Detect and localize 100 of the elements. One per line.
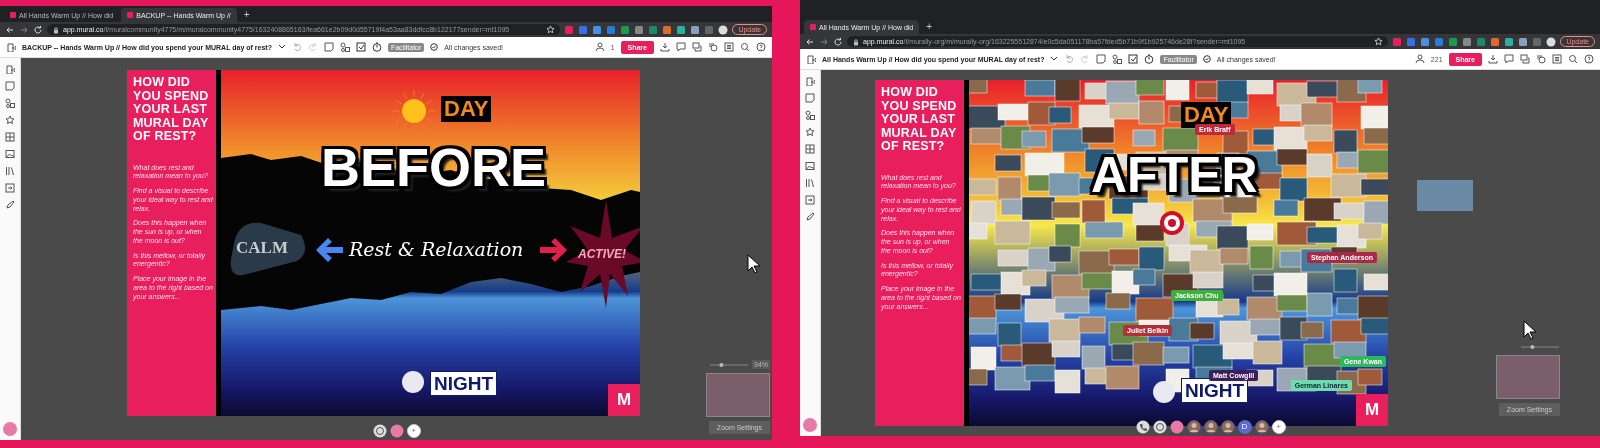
slider-thumb[interactable] [1530, 345, 1535, 349]
extension-icon[interactable] [634, 24, 645, 35]
pen-icon[interactable] [805, 212, 815, 222]
help-icon[interactable] [1584, 54, 1594, 64]
lock-icon [852, 37, 860, 46]
outline-icon[interactable] [724, 42, 734, 52]
moon-icon [1152, 380, 1176, 404]
extension-icon[interactable] [606, 24, 617, 35]
person-icon[interactable] [1414, 54, 1425, 64]
shapes-icon[interactable] [5, 98, 15, 108]
emoji-icon[interactable] [1152, 420, 1167, 434]
sticky-note-icon[interactable] [5, 81, 15, 91]
shapes-icon[interactable] [1112, 54, 1123, 64]
emoji-icon[interactable] [372, 424, 387, 438]
avatar-icon[interactable] [1546, 36, 1557, 47]
shapes-icon[interactable] [805, 110, 815, 120]
check-circle-icon [430, 43, 439, 51]
new-tab-button[interactable]: + [921, 20, 938, 34]
extension-icon[interactable] [1490, 36, 1501, 47]
left-arrow-icon [314, 236, 344, 264]
star-icon[interactable] [5, 115, 15, 125]
collapse-icon[interactable] [805, 76, 815, 86]
comment-icon[interactable] [1504, 54, 1514, 64]
avatar-icon[interactable] [1169, 420, 1184, 434]
mouse-cursor-icon [1523, 320, 1538, 340]
grid-icon[interactable] [805, 144, 815, 154]
extension-icon[interactable] [1434, 36, 1445, 47]
person-icon[interactable] [594, 42, 605, 52]
night-label: NIGHT [430, 371, 498, 396]
extension-icon[interactable] [1476, 36, 1487, 47]
outline-icon[interactable] [1552, 54, 1562, 64]
theme-text: Rest & Relaxation [349, 240, 524, 259]
extension-icon[interactable] [648, 24, 659, 35]
timer-icon[interactable] [371, 42, 382, 52]
extension-icon[interactable] [1420, 36, 1431, 47]
extension-icon[interactable] [1462, 36, 1473, 47]
extension-icon[interactable] [676, 24, 687, 35]
sticky-note-icon[interactable] [1096, 54, 1107, 64]
help-icon[interactable] [756, 42, 766, 52]
caret-icon[interactable] [1050, 55, 1059, 63]
timer-icon[interactable] [1144, 54, 1155, 64]
search-icon[interactable] [740, 42, 750, 52]
calm-label: CALM [236, 239, 288, 256]
activity-icon[interactable] [1536, 54, 1546, 64]
back-arrow-icon[interactable] [805, 36, 815, 47]
pen-icon[interactable] [5, 200, 15, 210]
extension-icon[interactable] [1406, 36, 1417, 47]
after-heading: AFTER [1091, 150, 1258, 200]
exit-icon[interactable] [6, 42, 16, 52]
download-icon[interactable] [1488, 54, 1498, 64]
extension-icon[interactable] [620, 24, 631, 35]
reload-icon[interactable] [833, 36, 843, 47]
image-icon[interactable] [805, 161, 815, 171]
comment-icon[interactable] [676, 42, 686, 52]
extension-icon[interactable] [1448, 36, 1459, 47]
grid-icon[interactable] [5, 132, 15, 142]
collapse-icon[interactable] [5, 64, 15, 74]
star-icon[interactable] [805, 127, 815, 137]
import-icon[interactable] [5, 183, 15, 193]
photo-placeholder [1417, 180, 1473, 211]
image-icon[interactable] [5, 149, 15, 159]
checkbox-icon[interactable] [1128, 54, 1139, 64]
extension-icon[interactable] [1518, 36, 1529, 47]
forward-arrow-icon[interactable] [819, 36, 829, 47]
check-circle-icon [1202, 55, 1211, 63]
sticky-note-icon[interactable] [323, 42, 334, 52]
shapes-icon[interactable] [339, 42, 350, 52]
extension-icon[interactable] [564, 24, 575, 35]
book-icon[interactable] [5, 166, 15, 176]
checkbox-icon[interactable] [355, 42, 366, 52]
new-tab-button[interactable]: + [238, 8, 255, 22]
add-button[interactable]: + [406, 424, 421, 438]
sun-icon [391, 88, 437, 134]
slider-thumb[interactable] [719, 362, 724, 367]
extension-icon[interactable] [1392, 36, 1403, 47]
chat-icon[interactable] [692, 42, 702, 52]
extension-icon[interactable] [578, 24, 589, 35]
reload-icon[interactable] [33, 24, 43, 35]
zoom-slider[interactable] [709, 360, 749, 369]
back-arrow-icon[interactable] [5, 24, 15, 35]
extension-icon[interactable] [1504, 36, 1515, 47]
avatar[interactable]: D [1237, 420, 1252, 434]
extension-icon[interactable] [690, 24, 701, 35]
zoom-slider[interactable] [1520, 343, 1560, 351]
import-icon[interactable] [805, 195, 815, 205]
book-icon[interactable] [805, 178, 815, 188]
extension-icon[interactable] [592, 24, 603, 35]
activity-icon[interactable] [708, 42, 718, 52]
avatar-icon[interactable] [718, 24, 729, 35]
mouse-cursor-icon [747, 254, 762, 274]
caret-icon[interactable] [277, 43, 286, 51]
extension-icon[interactable] [662, 24, 673, 35]
moon-icon [401, 370, 425, 394]
chat-icon[interactable] [1520, 54, 1530, 64]
sticky-note-icon[interactable] [805, 93, 815, 103]
download-icon[interactable] [660, 42, 670, 52]
phone-icon[interactable] [1135, 420, 1150, 434]
forward-arrow-icon[interactable] [19, 24, 29, 35]
search-icon[interactable] [1568, 54, 1578, 64]
exit-icon[interactable] [806, 54, 816, 64]
